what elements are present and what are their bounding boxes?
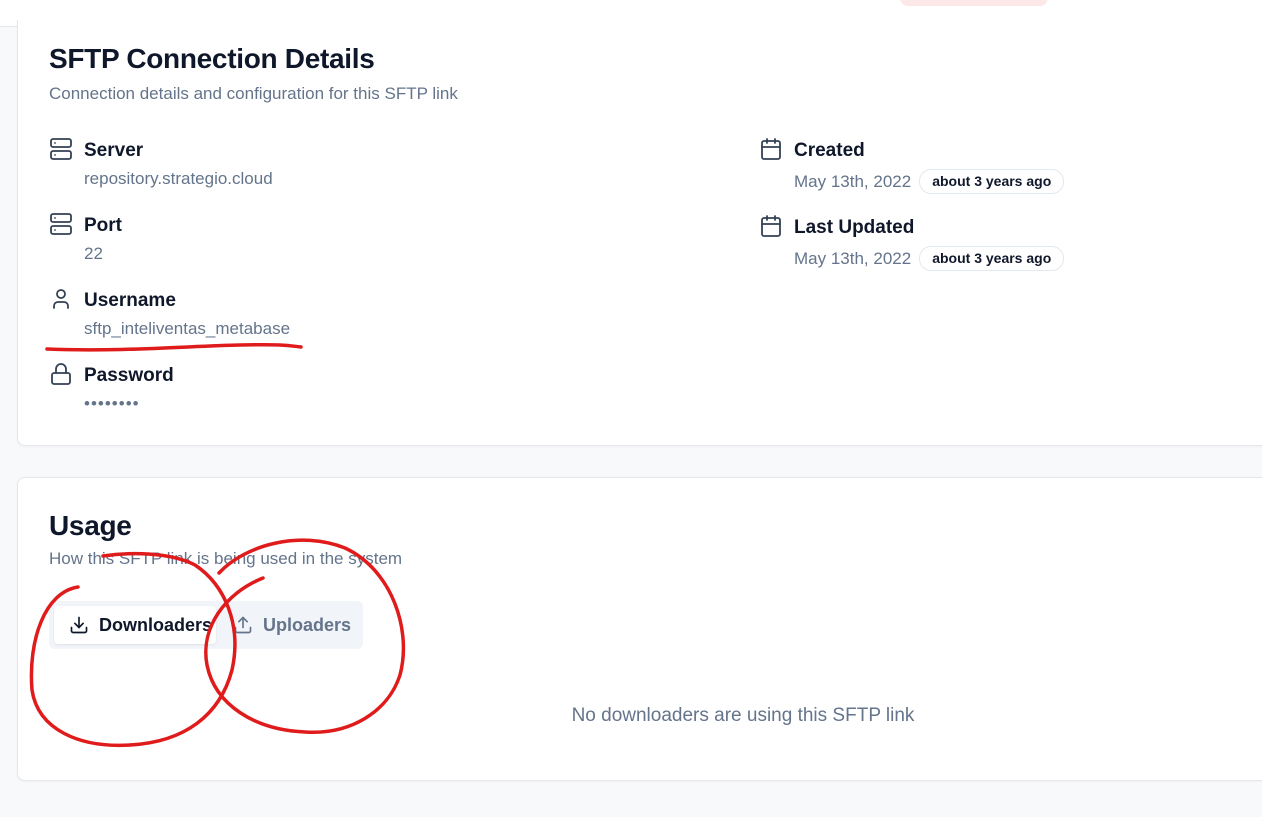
calendar-icon (759, 214, 783, 238)
tab-downloaders[interactable]: Downloaders (54, 606, 216, 644)
created-relative-badge: about 3 years ago (919, 169, 1065, 194)
created-label: Created (794, 140, 865, 161)
calendar-icon (759, 137, 783, 161)
password-label: Password (84, 365, 174, 386)
updated-value-row: May 13th, 2022 about 3 years ago (794, 246, 1065, 271)
lock-icon (49, 362, 73, 386)
username-label: Username (84, 290, 176, 311)
password-value: •••••••• (84, 394, 140, 413)
tab-downloaders-label: Downloaders (99, 614, 213, 635)
created-date: May 13th, 2022 (794, 172, 912, 191)
updated-label: Last Updated (794, 217, 915, 238)
server-label: Server (84, 140, 144, 161)
connection-details-card: SFTP Connection Details Connection detai… (17, 20, 1262, 446)
created-value-row: May 13th, 2022 about 3 years ago (794, 169, 1065, 194)
username-value: sftp_inteliventas_metabase (84, 319, 291, 338)
usage-subtitle: How this SFTP link is being used in the … (49, 549, 403, 568)
server-icon (49, 212, 73, 236)
details-title: SFTP Connection Details (49, 43, 375, 74)
port-label: Port (84, 215, 122, 236)
port-value: 22 (84, 244, 103, 263)
tab-uploaders-label: Uploaders (263, 614, 352, 635)
top-bar-action-button[interactable] (900, 0, 1048, 6)
download-icon (70, 616, 88, 634)
usage-title: Usage (49, 510, 132, 541)
updated-date: May 13th, 2022 (794, 249, 912, 268)
upload-icon (234, 616, 252, 634)
tab-uploaders[interactable]: Uploaders (218, 606, 358, 644)
details-subtitle: Connection details and configuration for… (49, 84, 458, 103)
updated-relative-badge: about 3 years ago (919, 246, 1065, 271)
empty-state-message: No downloaders are using this SFTP link (571, 705, 915, 726)
server-icon (49, 137, 73, 161)
usage-card: Usage How this SFTP link is being used i… (17, 477, 1262, 781)
user-icon (49, 287, 73, 311)
server-value: repository.strategio.cloud (84, 169, 273, 188)
usage-tabs: Downloaders Uploaders (49, 601, 363, 649)
